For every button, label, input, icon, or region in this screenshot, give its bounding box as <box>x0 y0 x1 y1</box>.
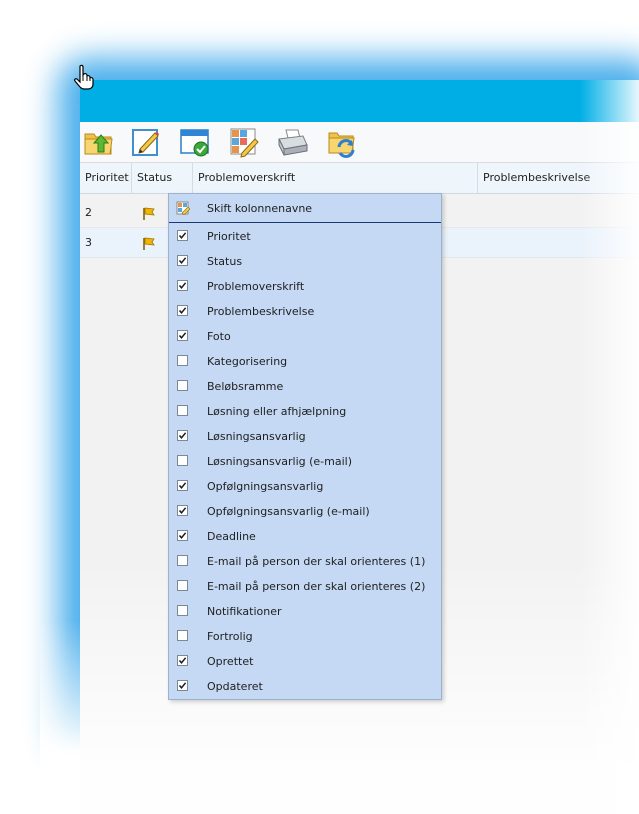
menu-item-label: Fortrolig <box>207 630 253 643</box>
toolbar <box>80 122 639 163</box>
menu-item-label: Opfølgningsansvarlig (e-mail) <box>207 505 370 518</box>
checkbox-unchecked[interactable] <box>177 580 188 591</box>
column-header-description[interactable]: Problembeskrivelse <box>478 163 639 193</box>
menu-item-label: Status <box>207 255 243 268</box>
hand-cursor-icon <box>74 64 94 90</box>
menu-item-3[interactable]: Problemoverskrift <box>169 274 441 299</box>
menu-item-16[interactable]: Notifikationer <box>169 599 441 624</box>
checkbox-checked[interactable] <box>177 280 188 291</box>
checkbox-unchecked[interactable] <box>177 630 188 641</box>
menu-item-label: Problembeskrivelse <box>207 305 315 318</box>
checkbox-checked[interactable] <box>177 505 188 516</box>
folder-up-icon[interactable] <box>82 125 116 159</box>
checkbox-unchecked[interactable] <box>177 605 188 616</box>
menu-item-label: Foto <box>207 330 231 343</box>
checkbox-checked[interactable] <box>177 305 188 316</box>
menu-item-15[interactable]: E-mail på person der skal orienteres (2) <box>169 574 441 599</box>
menu-item-12[interactable]: Opfølgningsansvarlig (e-mail) <box>169 499 441 524</box>
menu-item-9[interactable]: Løsningsansvarlig <box>169 424 441 449</box>
checkbox-unchecked[interactable] <box>177 455 188 466</box>
column-header-status[interactable]: Status <box>132 163 193 193</box>
rename-columns-icon <box>176 201 190 215</box>
checkbox-checked[interactable] <box>177 230 188 241</box>
folder-refresh-icon[interactable] <box>325 125 359 159</box>
grid-header: Prioritet Status Problemoverskrift Probl… <box>80 163 639 194</box>
checkbox-checked[interactable] <box>177 430 188 441</box>
menu-item-19[interactable]: Opdateret <box>169 674 441 699</box>
priority-cell: 3 <box>85 236 92 249</box>
column-header-title[interactable]: Problemoverskrift <box>193 163 478 193</box>
printer-icon[interactable] <box>276 125 310 159</box>
menu-item-label: Opdateret <box>207 680 263 693</box>
grid-edit-icon[interactable] <box>227 125 261 159</box>
checkbox-unchecked[interactable] <box>177 380 188 391</box>
menu-item-label: E-mail på person der skal orienteres (1) <box>207 555 426 568</box>
yellow-flag-icon <box>143 207 155 220</box>
checkbox-checked[interactable] <box>177 655 188 666</box>
menu-item-5[interactable]: Foto <box>169 324 441 349</box>
menu-item-4[interactable]: Problembeskrivelse <box>169 299 441 324</box>
menu-item-14[interactable]: E-mail på person der skal orienteres (1) <box>169 549 441 574</box>
menu-item-label: E-mail på person der skal orienteres (2) <box>207 580 426 593</box>
menu-item-label: Løsning eller afhjælpning <box>207 405 347 418</box>
checkbox-checked[interactable] <box>177 330 188 341</box>
menu-item-17[interactable]: Fortrolig <box>169 624 441 649</box>
menu-item-7[interactable]: Beløbsramme <box>169 374 441 399</box>
column-header-priority[interactable]: Prioritet <box>80 163 132 193</box>
menu-item-13[interactable]: Deadline <box>169 524 441 549</box>
menu-item-1[interactable]: Prioritet <box>169 224 441 249</box>
checkbox-unchecked[interactable] <box>177 405 188 416</box>
menu-header-item[interactable]: Skift kolonnenavne <box>169 194 441 223</box>
menu-item-label: Problemoverskrift <box>207 280 305 293</box>
yellow-flag-icon <box>143 237 155 250</box>
title-bar <box>80 80 639 122</box>
column-chooser-menu: Skift kolonnenavne Prioritet Status Proble… <box>168 193 442 700</box>
menu-item-label: Notifikationer <box>207 605 282 618</box>
checkbox-checked[interactable] <box>177 480 188 491</box>
edit-pencil-icon[interactable] <box>129 125 163 159</box>
menu-item-2[interactable]: Status <box>169 249 441 274</box>
menu-item-8[interactable]: Løsning eller afhjælpning <box>169 399 441 424</box>
menu-item-10[interactable]: Løsningsansvarlig (e-mail) <box>169 449 441 474</box>
menu-item-label: Oprettet <box>207 655 254 668</box>
menu-item-label: Kategorisering <box>207 355 288 368</box>
checkbox-checked[interactable] <box>177 255 188 266</box>
menu-item-label: Løsningsansvarlig (e-mail) <box>207 455 352 468</box>
checkbox-checked[interactable] <box>177 530 188 541</box>
menu-item-label: Løsningsansvarlig <box>207 430 306 443</box>
menu-item-6[interactable]: Kategorisering <box>169 349 441 374</box>
checkbox-checked[interactable] <box>177 680 188 691</box>
window-check-icon[interactable] <box>178 125 212 159</box>
checkbox-unchecked[interactable] <box>177 355 188 366</box>
priority-cell: 2 <box>85 206 92 219</box>
menu-item-18[interactable]: Oprettet <box>169 649 441 674</box>
menu-item-label: Deadline <box>207 530 256 543</box>
menu-header-label: Skift kolonnenavne <box>207 202 313 215</box>
menu-item-label: Opfølgningsansvarlig <box>207 480 324 493</box>
menu-item-label: Beløbsramme <box>207 380 284 393</box>
menu-item-label: Prioritet <box>207 230 251 243</box>
menu-item-11[interactable]: Opfølgningsansvarlig <box>169 474 441 499</box>
checkbox-unchecked[interactable] <box>177 555 188 566</box>
